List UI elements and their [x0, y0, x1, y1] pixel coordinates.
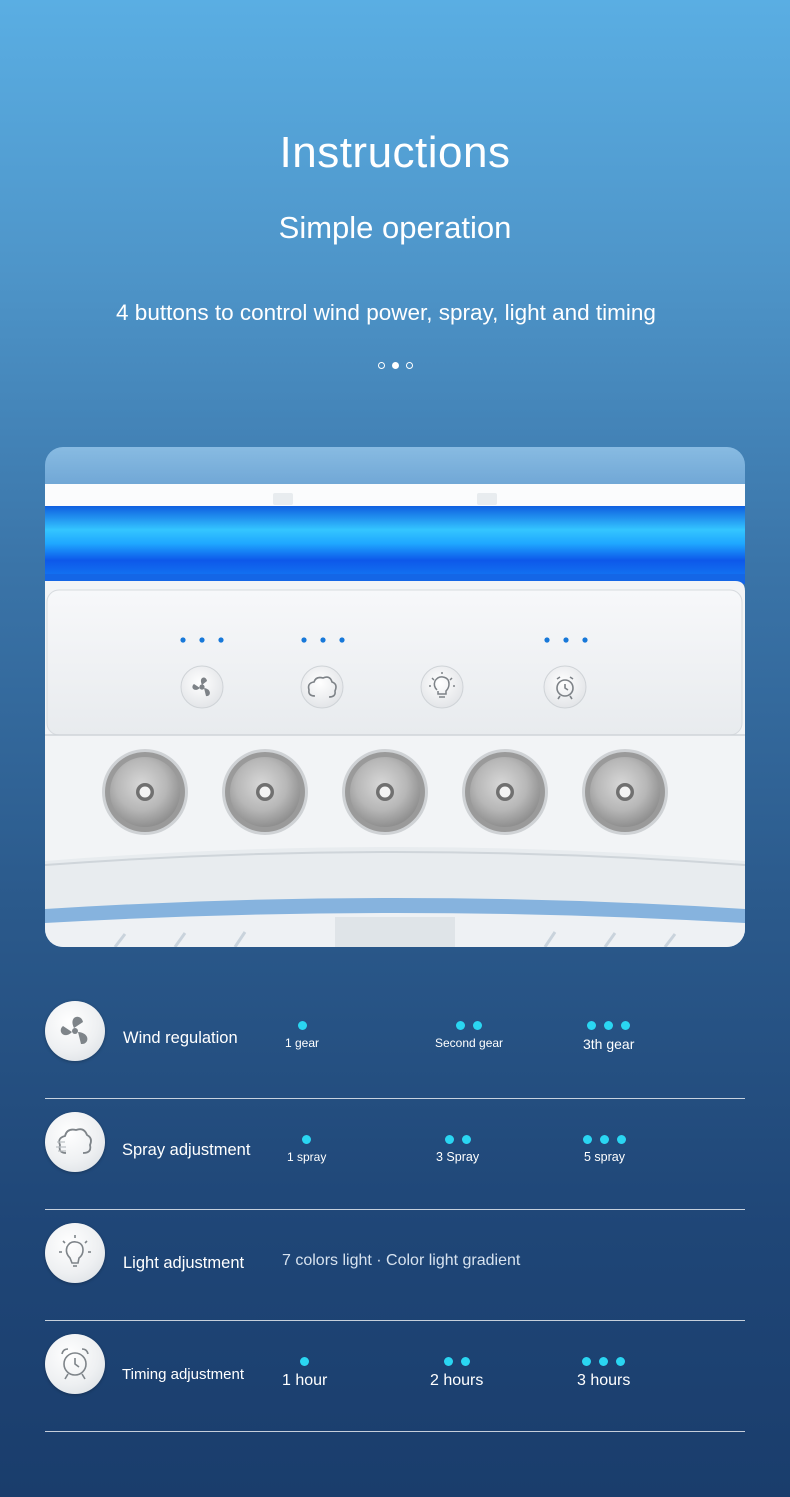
- option-label: 1 hour: [282, 1372, 328, 1389]
- option-level-1: 1 spray: [287, 1135, 326, 1164]
- option-label: 1 spray: [287, 1150, 327, 1164]
- option-level-1: 1 hour: [282, 1357, 327, 1390]
- bulb-icon: [45, 1223, 105, 1283]
- option-level-2: 3 Spray: [436, 1135, 479, 1164]
- indicator-dot: [460, 1357, 470, 1366]
- indicator-dot: [617, 1135, 626, 1144]
- option-label: 2 hours: [430, 1372, 484, 1389]
- option-label: 1 gear: [285, 1036, 320, 1050]
- option-level-2: 2 hours: [430, 1357, 483, 1390]
- indicator-dot: [582, 1357, 592, 1366]
- indicator-dot: [300, 1357, 310, 1366]
- option-level-3: 3 hours: [577, 1357, 630, 1390]
- air-cooler-product-image: [45, 447, 745, 947]
- indicator-dot: [473, 1021, 483, 1030]
- light-description: 7 colors light · Color light gradient: [282, 1252, 521, 1269]
- indicator-dot: [297, 1021, 307, 1030]
- feature-row-light: Light adjustment 7 colors light · Color …: [45, 1209, 745, 1321]
- feature-row-spray: Spray adjustment 1 spray 3 Spray 5 spray: [45, 1098, 745, 1210]
- option-level-2: Second gear: [435, 1021, 503, 1050]
- fan-icon: [45, 1001, 105, 1061]
- feature-label: Wind regulation: [123, 1029, 238, 1047]
- alarm-clock-icon: [45, 1334, 105, 1394]
- page-title: Instructions: [279, 128, 511, 177]
- option-label: 3th gear: [583, 1036, 635, 1052]
- option-label: Second gear: [435, 1036, 504, 1050]
- pager-dot-3[interactable]: [405, 362, 413, 369]
- indicator-dot: [302, 1135, 312, 1144]
- indicator-dot: [599, 1357, 609, 1366]
- indicator-dot: [600, 1135, 609, 1144]
- option-label: 3 Spray: [436, 1150, 480, 1164]
- indicator-dot: [461, 1135, 471, 1144]
- feature-label: Timing adjustment: [122, 1366, 244, 1383]
- pager-dot-1[interactable]: [377, 362, 385, 369]
- carousel-pager[interactable]: [0, 362, 790, 369]
- pager-dot-2[interactable]: [391, 362, 399, 369]
- indicator-dot: [587, 1021, 597, 1030]
- feature-row-wind: Wind regulation 1 gear Second gear 3th g…: [45, 987, 745, 1099]
- indicator-dot: [456, 1021, 466, 1030]
- spray-cloud-icon: [45, 1112, 105, 1172]
- indicator-dot: [621, 1021, 631, 1030]
- feature-row-timing: Timing adjustment 1 hour 2 hours 3 hours: [45, 1320, 745, 1432]
- tagline: 4 buttons to control wind power, spray, …: [116, 300, 656, 325]
- option-level-3: 5 spray: [583, 1135, 626, 1164]
- indicator-dot: [616, 1357, 626, 1366]
- page-subtitle: Simple operation: [278, 210, 512, 245]
- feature-label: Spray adjustment: [122, 1141, 251, 1159]
- option-label: 5 spray: [584, 1150, 625, 1164]
- indicator-dot: [604, 1021, 614, 1030]
- indicator-dot: [444, 1135, 454, 1144]
- option-label: 3 hours: [577, 1372, 631, 1389]
- option-level-1: 1 gear: [285, 1021, 319, 1050]
- indicator-dot: [443, 1357, 453, 1366]
- option-level-3: 3th gear: [583, 1021, 634, 1052]
- feature-label: Light adjustment: [123, 1254, 245, 1272]
- indicator-dot: [583, 1135, 592, 1144]
